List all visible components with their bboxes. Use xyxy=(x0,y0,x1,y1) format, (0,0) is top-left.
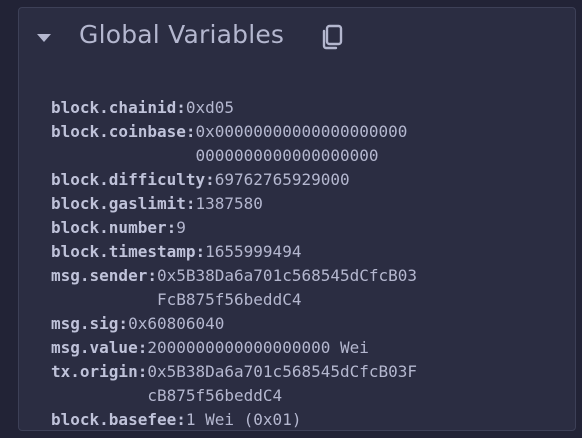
variable-value: 1 Wei (0x01) xyxy=(185,410,302,429)
panel-title: Global Variables xyxy=(79,20,285,49)
variable-value: 0xd05 xyxy=(185,98,235,117)
variable-row-block-chainid: block.chainid: 0xd05 xyxy=(51,96,571,120)
variable-value: 0x5B38Da6a701c568545dCfcB03F cB875f56bed… xyxy=(147,362,418,405)
variable-key: block.basefee: xyxy=(51,410,186,429)
variable-key: msg.sig: xyxy=(51,314,129,333)
variable-row-msg-sig: msg.sig: 0x60806040 xyxy=(51,312,571,336)
variable-value: 1387580 xyxy=(195,194,263,213)
variable-key: block.coinbase: xyxy=(51,122,196,141)
variable-row-block-basefee: block.basefee: 1 Wei (0x01) xyxy=(51,408,571,430)
variables-list: block.chainid: 0xd05 block.coinbase: 0x0… xyxy=(51,96,571,430)
variable-value: 1655999494 xyxy=(205,242,302,261)
variable-row-block-coinbase: block.coinbase: 0x00000000000000000000 0… xyxy=(51,120,571,168)
variable-row-msg-sender: msg.sender: 0x5B38Da6a701c568545dCfcB03 … xyxy=(51,264,571,312)
variable-row-block-timestamp: block.timestamp: 1655999494 xyxy=(51,240,571,264)
panel-header[interactable]: Global Variables xyxy=(19,8,575,70)
variable-value: 0x5B38Da6a701c568545dCfcB03 FcB875f56bed… xyxy=(156,266,418,309)
variable-row-msg-value: msg.value: 2000000000000000000 Wei xyxy=(51,336,571,360)
variable-row-block-number: block.number: 9 xyxy=(51,216,571,240)
variable-key: block.chainid: xyxy=(51,98,186,117)
variable-key: tx.origin: xyxy=(51,362,148,381)
variable-row-tx-origin: tx.origin: 0x5B38Da6a701c568545dCfcB03F … xyxy=(51,360,571,408)
variable-key: msg.value: xyxy=(51,338,148,357)
variable-key: msg.sender: xyxy=(51,266,157,285)
global-variables-panel: Global Variables block.chainid: 0xd05 bl… xyxy=(18,7,576,431)
variable-value: 0x60806040 xyxy=(128,314,225,333)
variable-value: 2000000000000000000 Wei xyxy=(147,338,369,357)
variable-key: block.difficulty: xyxy=(51,170,215,189)
variable-value: 9 xyxy=(176,218,186,237)
variable-row-block-gaslimit: block.gaslimit: 1387580 xyxy=(51,192,571,216)
variable-key: block.number: xyxy=(51,218,177,237)
copy-icon[interactable] xyxy=(319,23,347,51)
caret-down-icon[interactable] xyxy=(37,34,51,42)
variable-value: 0x00000000000000000000 00000000000000000… xyxy=(195,122,408,165)
variable-value: 69762765929000 xyxy=(214,170,350,189)
variable-row-block-difficulty: block.difficulty: 69762765929000 xyxy=(51,168,571,192)
variable-key: block.gaslimit: xyxy=(51,194,196,213)
variable-key: block.timestamp: xyxy=(51,242,206,261)
